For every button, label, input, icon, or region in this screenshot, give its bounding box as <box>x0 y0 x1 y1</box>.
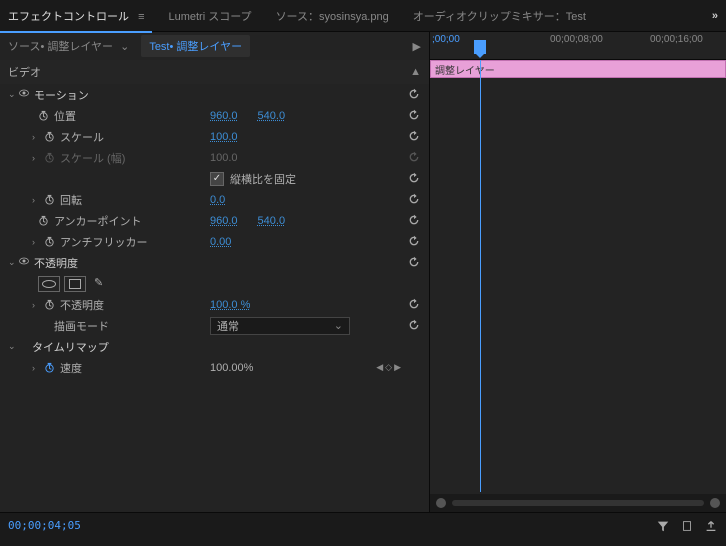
stopwatch-icon[interactable] <box>42 235 56 249</box>
anchor-y-value[interactable]: 540.0 <box>258 215 286 227</box>
export-icon[interactable] <box>704 519 718 533</box>
position-x-value[interactable]: 960.0 <box>210 110 238 122</box>
reset-icon[interactable] <box>407 87 421 104</box>
horizontal-scrollbar[interactable] <box>430 494 726 512</box>
tab-audio-mixer[interactable]: オーディオクリップミキサー：Test <box>413 8 586 24</box>
fx-opacity[interactable]: ⌄ 不透明度 <box>0 252 429 273</box>
scroll-handle-left[interactable] <box>436 498 446 508</box>
chevron-down-icon: ⌄ <box>334 319 343 332</box>
source-clip-tab[interactable]: ソース• 調整レイヤー ⌄ <box>8 38 129 54</box>
prop-blend-mode: 描画モード 通常 ⌄ <box>0 315 429 336</box>
tab-label: エフェクトコントロール <box>8 11 129 23</box>
rotation-value[interactable]: 0.0 <box>210 194 225 206</box>
playhead-line <box>480 60 481 492</box>
stopwatch-icon[interactable] <box>42 298 56 312</box>
tab-effect-controls[interactable]: エフェクトコントロール ≡ <box>8 8 144 24</box>
time-ruler[interactable]: ;00;00 00;00;08;00 00;00;16;00 <box>430 32 726 60</box>
fx-time-remap[interactable]: ⌄ タイムリマップ <box>0 336 429 357</box>
sequence-clip-tab[interactable]: Test• 調整レイヤー <box>141 35 250 57</box>
reset-icon[interactable] <box>407 129 421 146</box>
tab-lumetri-scopes[interactable]: Lumetri スコープ <box>168 8 251 24</box>
reset-icon <box>407 150 421 167</box>
mask-ellipse-button[interactable] <box>38 276 60 292</box>
mask-pen-icon[interactable]: ✎ <box>94 276 103 292</box>
video-section-header[interactable]: ビデオ ▲ <box>0 60 429 84</box>
speed-value: 100.00% <box>210 362 253 374</box>
prop-position: 位置 960.0 540.0 <box>0 105 429 126</box>
collapse-icon[interactable]: ▲ <box>410 66 421 78</box>
position-y-value[interactable]: 540.0 <box>258 110 286 122</box>
twisty-icon[interactable]: › <box>32 363 42 373</box>
lock-aspect-checkbox[interactable]: ✓ <box>210 172 224 186</box>
blend-mode-select[interactable]: 通常 ⌄ <box>210 317 350 335</box>
reset-icon[interactable] <box>407 297 421 314</box>
twisty-icon[interactable]: ⌄ <box>8 341 18 352</box>
reset-icon[interactable] <box>407 255 421 272</box>
next-keyframe-icon[interactable]: ▶ <box>394 362 401 373</box>
eye-icon[interactable] <box>18 87 30 102</box>
prop-rotation: › 回転 0.0 <box>0 189 429 210</box>
twisty-icon[interactable]: › <box>32 132 42 142</box>
mask-rect-button[interactable] <box>64 276 86 292</box>
timeline-pane: ;00;00 00;00;08;00 00;00;16;00 調整レイヤー <box>430 32 726 512</box>
prop-antiflicker: › アンチフリッカー 0.00 <box>0 231 429 252</box>
stopwatch-icon[interactable] <box>42 130 56 144</box>
stopwatch-icon[interactable] <box>36 109 50 123</box>
add-keyframe-icon[interactable]: ◇ <box>385 362 392 373</box>
scale-value[interactable]: 100.0 <box>210 131 238 143</box>
playhead[interactable] <box>474 40 486 54</box>
twisty-icon: › <box>32 153 42 163</box>
stopwatch-icon[interactable] <box>42 361 56 375</box>
stopwatch-icon <box>42 151 56 165</box>
reset-icon[interactable] <box>407 108 421 125</box>
anchor-x-value[interactable]: 960.0 <box>210 215 238 227</box>
twisty-icon[interactable]: ⌄ <box>8 89 18 100</box>
tab-source[interactable]: ソース：syosinsya.png <box>276 8 389 24</box>
panel-menu-icon[interactable]: ≡ <box>138 11 144 23</box>
stopwatch-icon[interactable] <box>42 193 56 207</box>
timeline-clip[interactable]: 調整レイヤー <box>430 60 726 78</box>
twisty-icon[interactable]: › <box>32 195 42 205</box>
chevron-down-icon[interactable]: ⌄ <box>120 41 129 53</box>
opacity-value[interactable]: 100.0 % <box>210 299 250 311</box>
scale-width-value: 100.0 <box>210 152 238 164</box>
twisty-icon[interactable]: › <box>32 300 42 310</box>
prev-keyframe-icon[interactable]: ◀ <box>376 362 383 373</box>
keyframe-nav[interactable]: ◀ ◇ ▶ <box>376 362 401 373</box>
prop-scale: › スケール 100.0 <box>0 126 429 147</box>
scroll-handle-right[interactable] <box>710 498 720 508</box>
prop-anchor-point: アンカーポイント 960.0 540.0 <box>0 210 429 231</box>
reset-icon[interactable] <box>407 213 421 230</box>
twisty-icon[interactable]: ⌄ <box>8 257 18 268</box>
prop-lock-aspect: ✓ 縦横比を固定 <box>0 168 429 189</box>
scroll-track[interactable] <box>452 500 704 506</box>
play-icon[interactable]: ▶ <box>413 40 421 53</box>
fx-motion[interactable]: ⌄ モーション <box>0 84 429 105</box>
mask-shape-row: ✎ <box>0 273 429 294</box>
marker-icon[interactable] <box>680 519 694 533</box>
reset-icon[interactable] <box>407 318 421 335</box>
reset-icon[interactable] <box>407 192 421 209</box>
prop-speed: › 速度 100.00% ◀ ◇ ▶ <box>0 357 429 378</box>
stopwatch-icon[interactable] <box>36 214 50 228</box>
properties-pane: ソース• 調整レイヤー ⌄ Test• 調整レイヤー ▶ ビデオ ▲ ⌄ モーシ… <box>0 32 430 512</box>
prop-scale-width: › スケール (幅) 100.0 <box>0 147 429 168</box>
antiflicker-value[interactable]: 0.00 <box>210 236 231 248</box>
current-timecode[interactable]: 00;00;04;05 <box>8 519 81 532</box>
prop-opacity: › 不透明度 100.0 % <box>0 294 429 315</box>
overflow-button[interactable]: » <box>712 10 718 22</box>
reset-icon[interactable] <box>407 171 421 188</box>
filter-icon[interactable] <box>656 519 670 533</box>
eye-icon[interactable] <box>18 255 30 270</box>
twisty-icon[interactable]: › <box>32 237 42 247</box>
reset-icon[interactable] <box>407 234 421 251</box>
